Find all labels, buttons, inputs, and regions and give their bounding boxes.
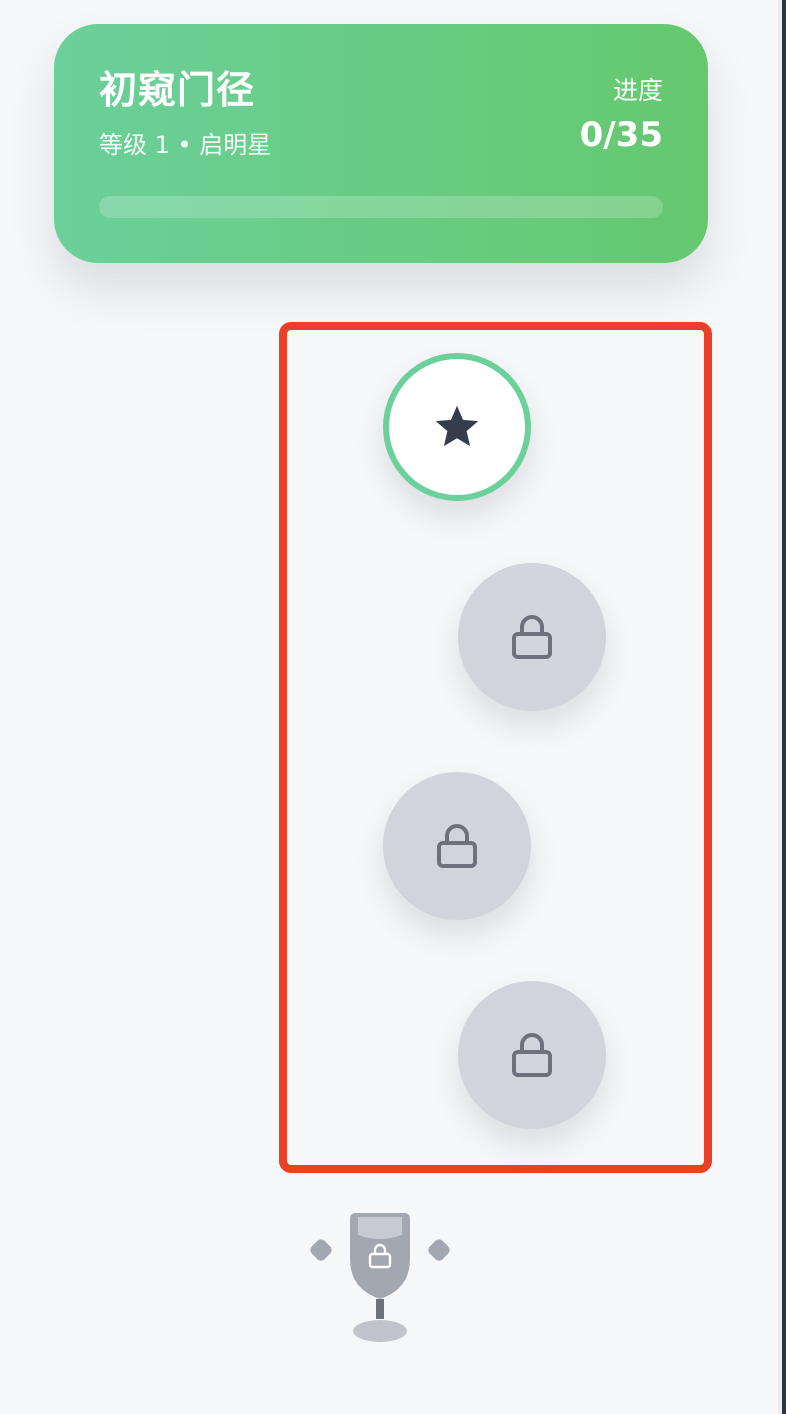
level-node-locked[interactable] bbox=[383, 772, 531, 920]
level-node-locked[interactable] bbox=[458, 981, 606, 1129]
progress-bar bbox=[99, 196, 663, 218]
lock-icon bbox=[437, 824, 477, 868]
progress-label: 进度 bbox=[612, 76, 663, 105]
level-card: 初窥门径 等级 1 • 启明星 进度 0/35 bbox=[54, 24, 708, 263]
trophy-icon[interactable] bbox=[308, 1209, 454, 1347]
level-node-locked[interactable] bbox=[458, 563, 606, 711]
level-title: 初窥门径 bbox=[99, 68, 256, 112]
lock-icon bbox=[512, 615, 552, 659]
star-icon bbox=[435, 405, 479, 447]
right-edge-divider bbox=[778, 0, 786, 1414]
level-node-current[interactable] bbox=[383, 353, 531, 501]
lock-icon bbox=[512, 1033, 552, 1077]
level-subtitle: 等级 1 • 启明星 bbox=[99, 131, 272, 159]
progress-value: 0/35 bbox=[579, 115, 663, 155]
